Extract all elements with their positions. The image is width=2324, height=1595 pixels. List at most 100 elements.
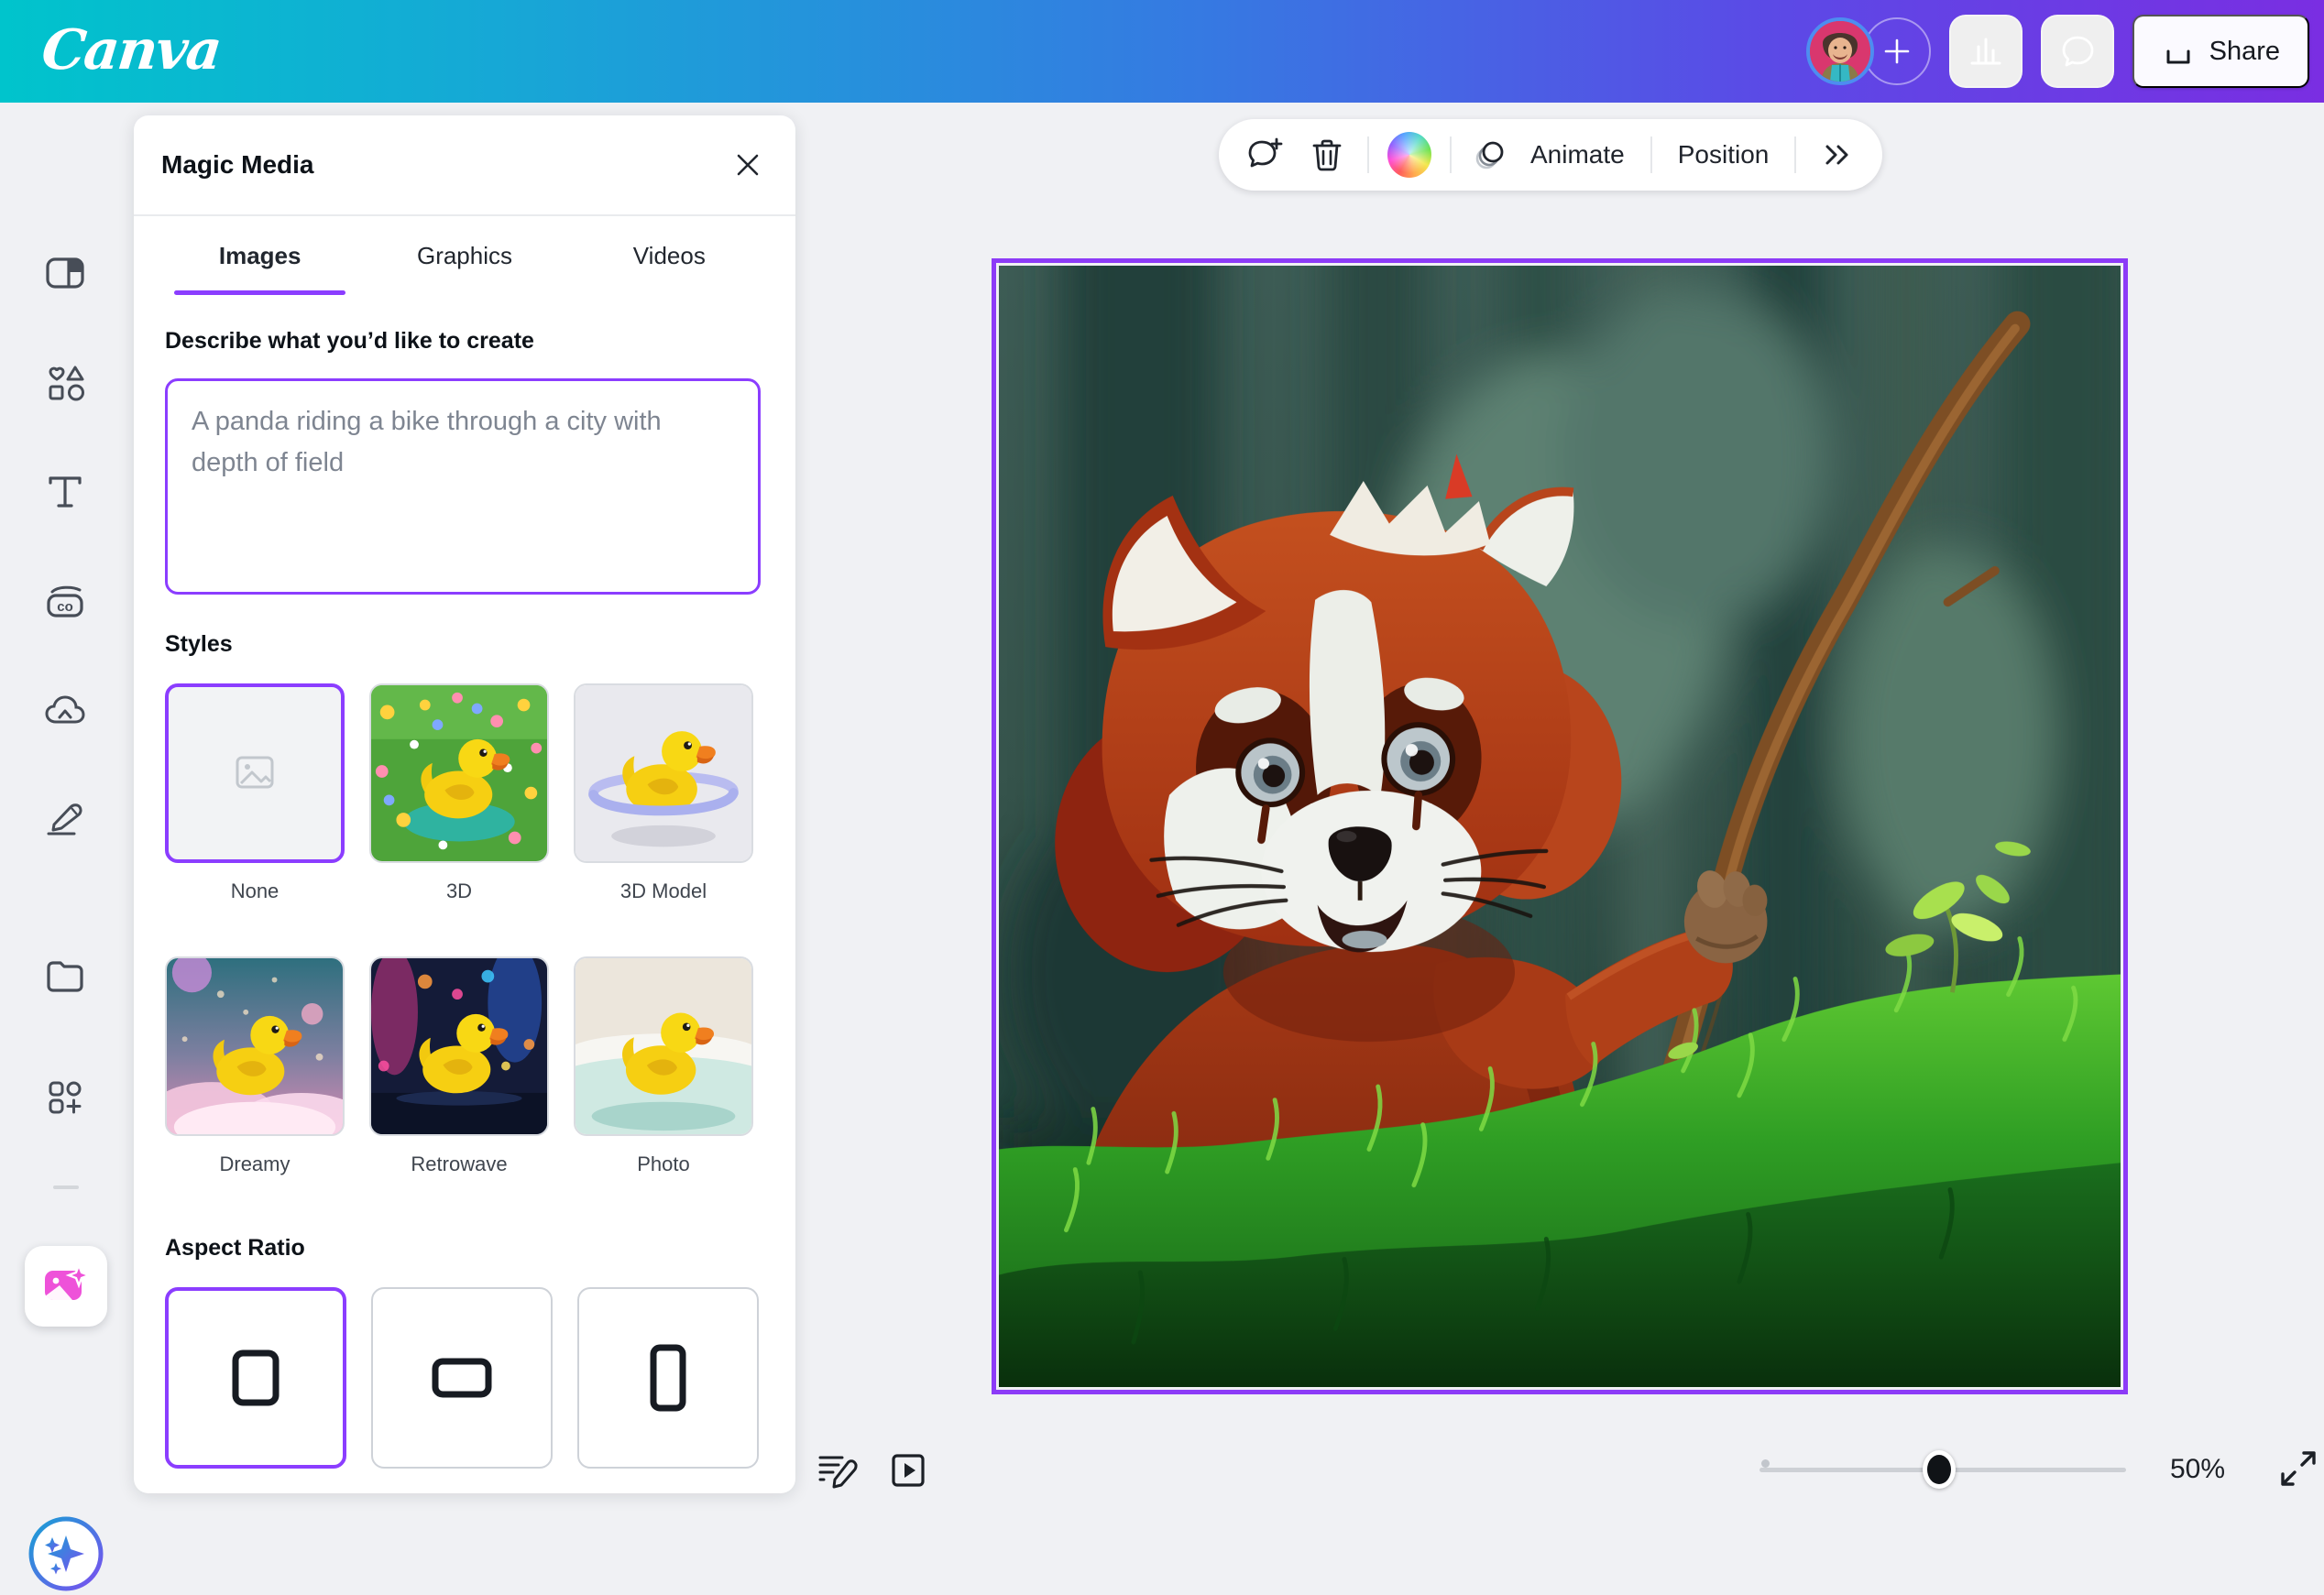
color-button[interactable] bbox=[1387, 133, 1431, 177]
magic-media-icon bbox=[41, 1262, 91, 1311]
toolbar-divider bbox=[1450, 137, 1452, 173]
sidebar-item-draw[interactable] bbox=[43, 795, 87, 839]
zoom-slider-thumb[interactable] bbox=[1923, 1450, 1956, 1489]
left-sidebar: co bbox=[0, 103, 134, 1517]
top-bar: Canva bbox=[0, 0, 2324, 103]
delete-button[interactable] bbox=[1305, 133, 1349, 177]
style-3d-art bbox=[371, 685, 547, 861]
present-button[interactable] bbox=[885, 1448, 931, 1493]
animate-label: Animate bbox=[1523, 140, 1632, 169]
zoom-slider[interactable] bbox=[1759, 1468, 2126, 1472]
style-thumb-3d-model[interactable] bbox=[574, 683, 753, 863]
notes-button[interactable] bbox=[814, 1448, 860, 1493]
panel-title: Magic Media bbox=[161, 150, 313, 180]
right-eye bbox=[1381, 722, 1455, 796]
color-wheel-icon bbox=[1387, 132, 1431, 178]
styles-label: Styles bbox=[165, 631, 762, 658]
aspect-option-square[interactable] bbox=[165, 1287, 346, 1469]
toolbar-divider bbox=[1367, 137, 1369, 173]
trash-icon bbox=[1307, 135, 1347, 175]
topbar-actions: Share bbox=[1806, 0, 2309, 103]
apps-grid-icon bbox=[43, 1076, 87, 1120]
toolbar-divider bbox=[1650, 137, 1652, 173]
styles-row-2: Dreamy Retrowave bbox=[165, 956, 762, 1176]
style-option-retrowave[interactable]: Retrowave bbox=[369, 956, 549, 1176]
canva-assistant-button[interactable] bbox=[27, 1515, 104, 1592]
more-tools-button[interactable] bbox=[1814, 133, 1858, 177]
share-button[interactable]: Share bbox=[2132, 15, 2309, 88]
close-panel-button[interactable] bbox=[728, 145, 768, 185]
style-retrowave-art bbox=[371, 958, 547, 1134]
bar-chart-icon bbox=[1967, 32, 2005, 71]
sidebar-item-apps[interactable] bbox=[43, 1076, 87, 1120]
style-3d-model-art bbox=[576, 685, 751, 861]
canva-logo[interactable]: Canva bbox=[38, 18, 223, 82]
add-comment-button[interactable] bbox=[1243, 133, 1287, 177]
panel-header: Magic Media bbox=[134, 115, 795, 216]
sidebar-item-text[interactable] bbox=[43, 469, 87, 513]
style-thumb-dreamy[interactable] bbox=[165, 956, 345, 1136]
style-option-3d[interactable]: 3D bbox=[369, 683, 549, 903]
fullscreen-button[interactable] bbox=[2276, 1448, 2320, 1491]
expand-icon bbox=[2277, 1448, 2319, 1490]
sidebar-item-brand[interactable]: co bbox=[43, 581, 87, 625]
landscape-ratio-icon bbox=[430, 1356, 494, 1400]
tab-graphics[interactable]: Graphics bbox=[362, 216, 566, 295]
aspect-option-landscape[interactable] bbox=[371, 1287, 553, 1469]
tab-images[interactable]: Images bbox=[158, 216, 362, 295]
style-label: 3D Model bbox=[574, 879, 753, 903]
animate-icon bbox=[1470, 135, 1510, 175]
square-ratio-icon bbox=[228, 1346, 283, 1410]
sidebar-item-uploads[interactable] bbox=[43, 689, 87, 733]
style-thumb-3d[interactable] bbox=[369, 683, 549, 863]
style-option-dreamy[interactable]: Dreamy bbox=[165, 956, 345, 1176]
left-eye bbox=[1235, 737, 1305, 807]
toolbar-divider bbox=[1794, 137, 1796, 173]
insights-button[interactable] bbox=[1949, 15, 2023, 88]
notes-icon bbox=[815, 1448, 859, 1492]
style-label: Dreamy bbox=[165, 1153, 345, 1176]
describe-label: Describe what you’d like to create bbox=[165, 328, 762, 355]
sidebar-divider bbox=[53, 1185, 79, 1189]
style-option-none[interactable]: None bbox=[165, 683, 345, 903]
draw-pen-icon bbox=[43, 795, 87, 839]
style-thumb-photo[interactable] bbox=[574, 956, 753, 1136]
avatar[interactable] bbox=[1806, 17, 1874, 85]
avatar-image bbox=[1810, 21, 1870, 82]
style-photo-art bbox=[576, 958, 751, 1134]
panel-tabs: Images Graphics Videos bbox=[134, 216, 795, 295]
sidebar-item-magic-media[interactable] bbox=[25, 1246, 107, 1327]
text-icon bbox=[43, 469, 87, 513]
design-icon bbox=[43, 251, 87, 295]
plus-icon bbox=[1879, 33, 1915, 70]
portrait-ratio-icon bbox=[648, 1342, 688, 1414]
assistant-sparkle-icon bbox=[27, 1515, 104, 1592]
selected-image-frame[interactable] bbox=[992, 258, 2128, 1394]
presentation-play-icon bbox=[887, 1449, 929, 1491]
speech-bubble-icon bbox=[2057, 31, 2098, 71]
aspect-options bbox=[165, 1287, 762, 1469]
magic-media-panel: Magic Media Images Graphics Videos Descr… bbox=[134, 115, 795, 1493]
sidebar-item-projects[interactable] bbox=[43, 955, 87, 999]
prompt-input[interactable] bbox=[165, 378, 761, 595]
style-thumb-none[interactable] bbox=[165, 683, 345, 863]
sidebar-item-elements[interactable] bbox=[43, 361, 87, 405]
style-option-photo[interactable]: Photo bbox=[574, 956, 753, 1176]
zoom-level[interactable]: 50% bbox=[2170, 1454, 2253, 1485]
zoom-slider-min-dot bbox=[1761, 1459, 1770, 1468]
cloud-upload-icon bbox=[43, 689, 87, 733]
sidebar-item-design[interactable] bbox=[43, 251, 87, 295]
animate-button[interactable]: Animate bbox=[1470, 133, 1632, 177]
folder-icon bbox=[43, 955, 87, 999]
panel-body: Describe what you’d like to create Style… bbox=[134, 295, 795, 1469]
tab-videos[interactable]: Videos bbox=[567, 216, 772, 295]
style-label: Photo bbox=[574, 1153, 753, 1176]
comments-button[interactable] bbox=[2041, 15, 2114, 88]
red-panda-image bbox=[999, 266, 2121, 1387]
style-thumb-retrowave[interactable] bbox=[369, 956, 549, 1136]
style-option-3d-model[interactable]: 3D Model bbox=[574, 683, 753, 903]
position-button[interactable]: Position bbox=[1671, 133, 1777, 177]
close-icon bbox=[732, 149, 763, 180]
style-label: Retrowave bbox=[369, 1153, 549, 1176]
aspect-option-portrait[interactable] bbox=[577, 1287, 759, 1469]
